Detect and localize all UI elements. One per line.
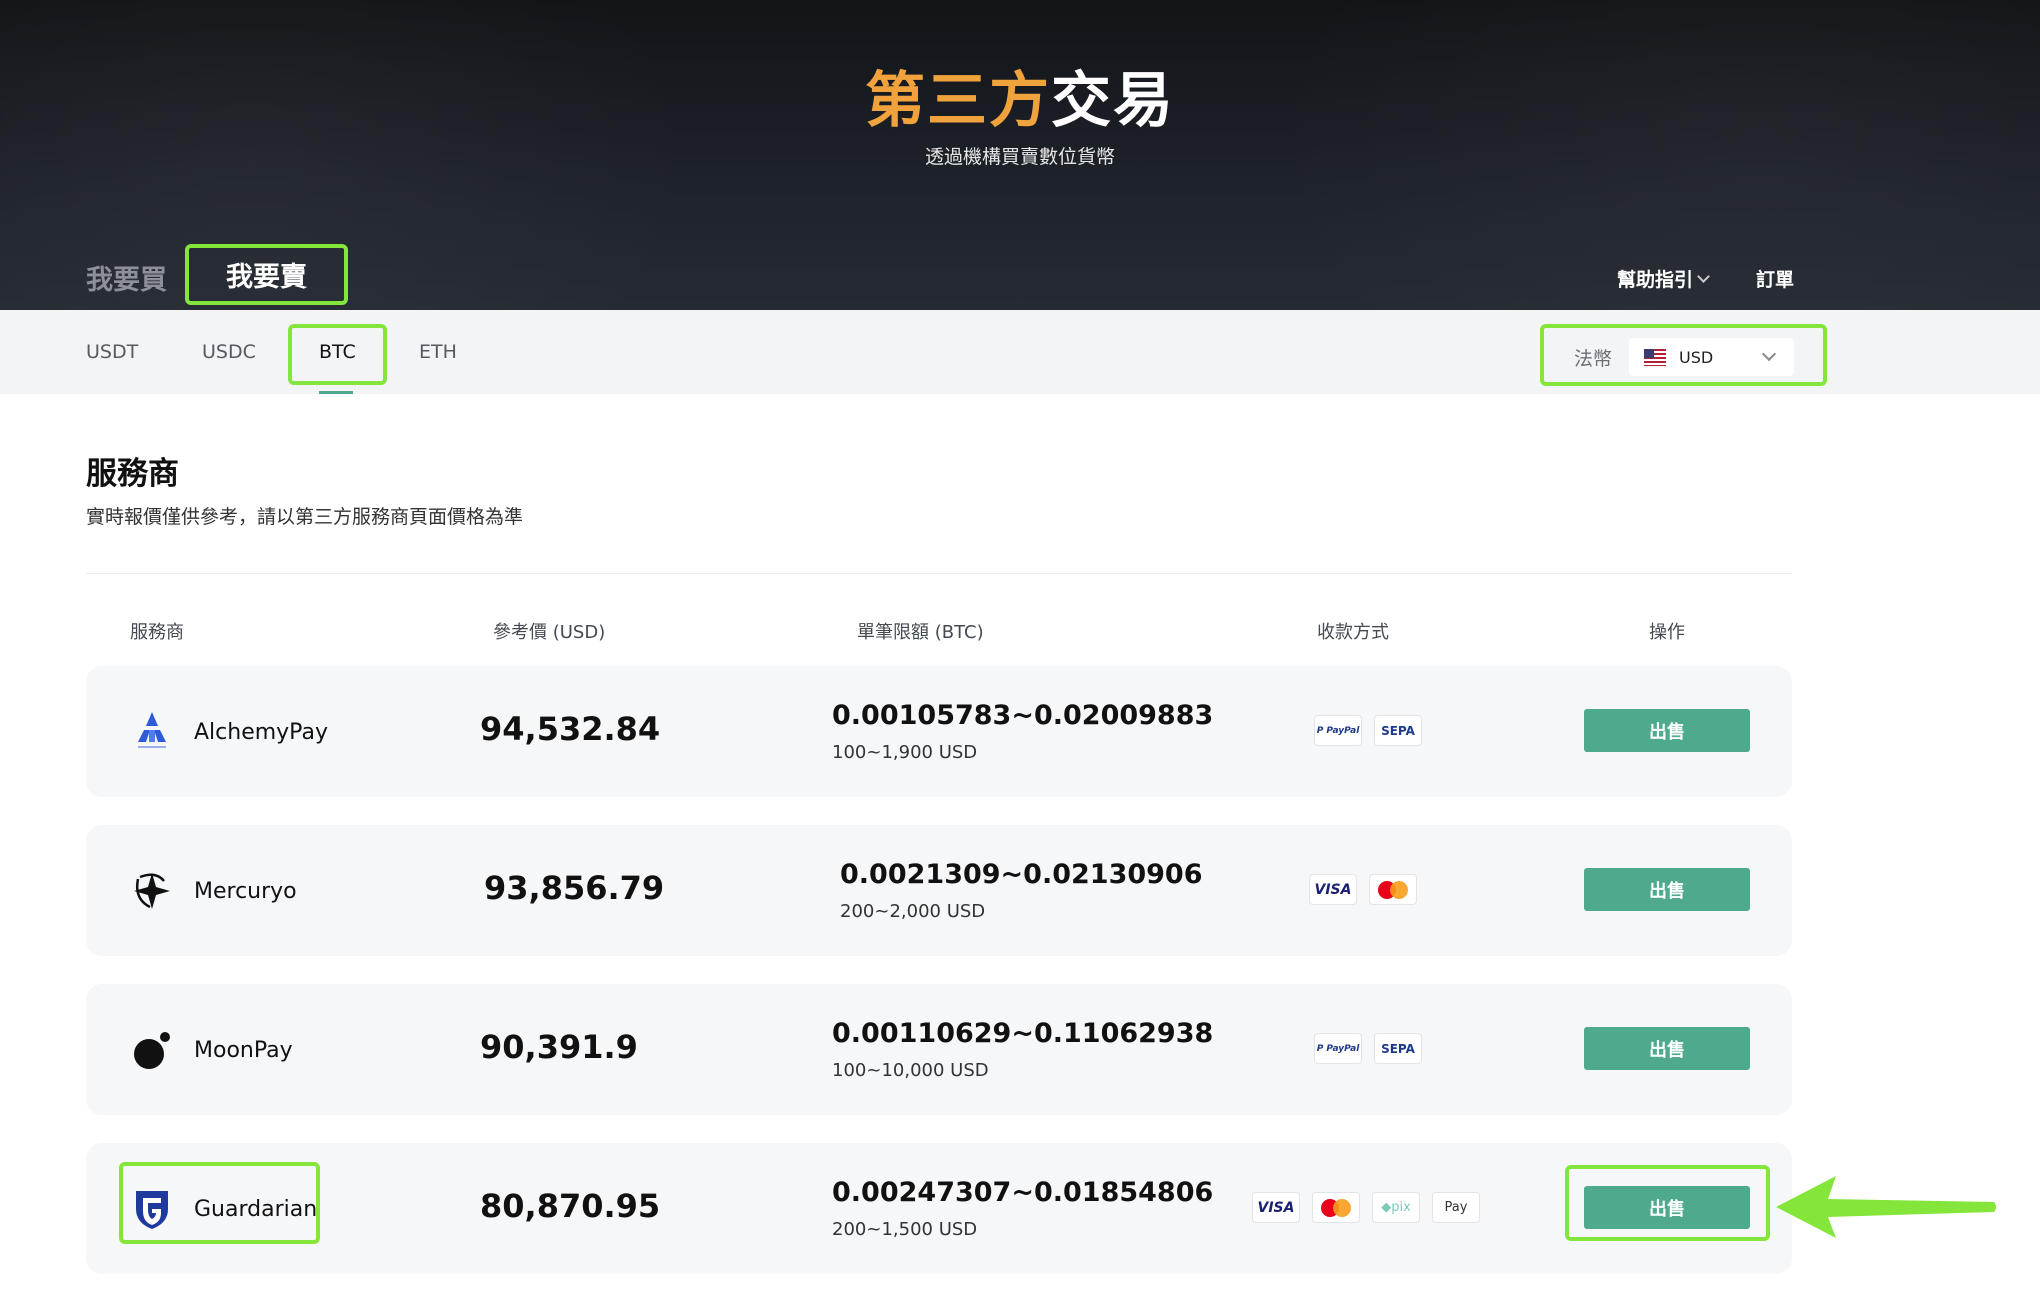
sepa-icon: SEPA [1374, 715, 1422, 746]
chevron-down-icon [1697, 269, 1710, 283]
arrow-left-icon [1776, 1176, 1996, 1238]
limit-usd: 200~1,500 USD [832, 1219, 978, 1240]
tab-btc[interactable]: BTC [288, 310, 387, 394]
coin-tab-bar: USDT USDC BTC ETH 法幣 USD [0, 310, 2040, 394]
sell-button[interactable]: 出售 [1584, 1027, 1750, 1070]
visa-icon: VISA [1252, 1192, 1300, 1223]
provider-row-mercuryo: Mercuryo 93,856.79 0.0021309~0.02130906 … [86, 825, 1792, 956]
provider-name: Mercuryo [194, 878, 297, 904]
payment-methods: P PayPal SEPA [1314, 1033, 1422, 1066]
guardarian-logo-icon [130, 1187, 174, 1231]
limit-btc: 0.00110629~0.11062938 [832, 1018, 1214, 1049]
help-guide-label: 幫助指引 [1617, 269, 1694, 291]
col-header-provider: 服務商 [130, 622, 184, 643]
provider-row-moonpay: MoonPay 90,391.9 0.00110629~0.11062938 1… [86, 984, 1792, 1115]
limit-btc: 0.00105783~0.02009883 [832, 700, 1214, 731]
payment-methods: VISA ◆pix Pay [1252, 1192, 1480, 1225]
sepa-icon: SEPA [1374, 1033, 1422, 1064]
payment-methods: P PayPal SEPA [1314, 715, 1422, 748]
sell-button[interactable]: 出售 [1584, 709, 1750, 752]
mastercard-icon [1369, 874, 1417, 905]
moonpay-logo-icon [130, 1028, 174, 1072]
section-title: 服務商 [86, 456, 179, 492]
paypal-icon: P PayPal [1314, 1033, 1362, 1064]
provider-row-guardarian: Guardarian 80,870.95 0.00247307~0.018548… [86, 1143, 1792, 1274]
chevron-down-icon [1761, 346, 1777, 362]
tab-usdc[interactable]: USDC [202, 310, 256, 394]
fiat-label: 法幣 [1574, 348, 1613, 370]
provider-cell: Guardarian [130, 1183, 317, 1235]
alchemypay-logo-icon [130, 710, 174, 754]
reference-price: 90,391.9 [480, 1028, 638, 1066]
provider-cell: Mercuryo [130, 865, 297, 917]
provider-name: AlchemyPay [194, 719, 328, 745]
us-flag-icon [1644, 348, 1666, 366]
mercuryo-logo-icon [130, 869, 174, 913]
hero-banner: 第三方交易 透過機構買賣數位貨幣 我要買 我要賣 幫助指引 訂單 [0, 0, 2040, 310]
tab-eth[interactable]: ETH [419, 310, 457, 394]
rpay-icon: Pay [1432, 1192, 1480, 1223]
pix-icon: ◆pix [1372, 1192, 1420, 1223]
col-header-action: 操作 [1649, 622, 1685, 643]
limit-usd: 200~2,000 USD [840, 901, 986, 922]
fiat-currency-select[interactable]: USD [1629, 338, 1794, 376]
reference-price: 80,870.95 [480, 1187, 661, 1225]
mastercard-icon [1312, 1192, 1360, 1223]
page-title-rest: 交易 [1051, 66, 1175, 136]
highlight-box [288, 324, 387, 385]
provider-name: MoonPay [194, 1037, 293, 1063]
fiat-selector-group: 法幣 USD [1540, 324, 1827, 386]
col-header-payment: 收款方式 [1317, 622, 1389, 643]
reference-price: 94,532.84 [480, 710, 661, 748]
page-subtitle: 透過機構買賣數位貨幣 [924, 146, 1115, 168]
limit-btc: 0.00247307~0.01854806 [832, 1177, 1214, 1208]
limit-btc: 0.0021309~0.02130906 [840, 859, 1203, 890]
orders-link[interactable]: 訂單 [1756, 265, 1794, 292]
page-title: 第三方交易 [0, 52, 2040, 139]
limit-usd: 100~10,000 USD [832, 1060, 989, 1081]
reference-price: 93,856.79 [484, 869, 665, 907]
divider [86, 573, 1792, 574]
provider-row-alchemypay: AlchemyPay 94,532.84 0.00105783~0.020098… [86, 666, 1792, 797]
payment-methods: VISA [1309, 874, 1417, 907]
page-title-accent: 第三方 [865, 66, 1051, 136]
tab-usdt[interactable]: USDT [86, 310, 138, 394]
fiat-currency-value: USD [1679, 347, 1714, 367]
help-guide-menu[interactable]: 幫助指引 [1617, 265, 1710, 292]
tab-buy[interactable]: 我要買 [86, 258, 167, 297]
tab-sell[interactable]: 我要賣 [185, 244, 348, 305]
sell-button[interactable]: 出售 [1584, 868, 1750, 911]
active-tab-indicator [319, 391, 353, 394]
paypal-icon: P PayPal [1314, 715, 1362, 746]
limit-usd: 100~1,900 USD [832, 742, 978, 763]
sell-button[interactable]: 出售 [1584, 1186, 1750, 1229]
visa-icon: VISA [1309, 874, 1357, 905]
section-subtitle: 實時報價僅供參考，請以第三方服務商頁面價格為準 [86, 506, 524, 528]
provider-cell: MoonPay [130, 1024, 293, 1076]
col-header-price: 參考價 (USD) [493, 622, 606, 643]
provider-cell: AlchemyPay [130, 706, 328, 758]
provider-name: Guardarian [194, 1196, 318, 1222]
col-header-limit: 單筆限額 (BTC) [857, 622, 984, 643]
